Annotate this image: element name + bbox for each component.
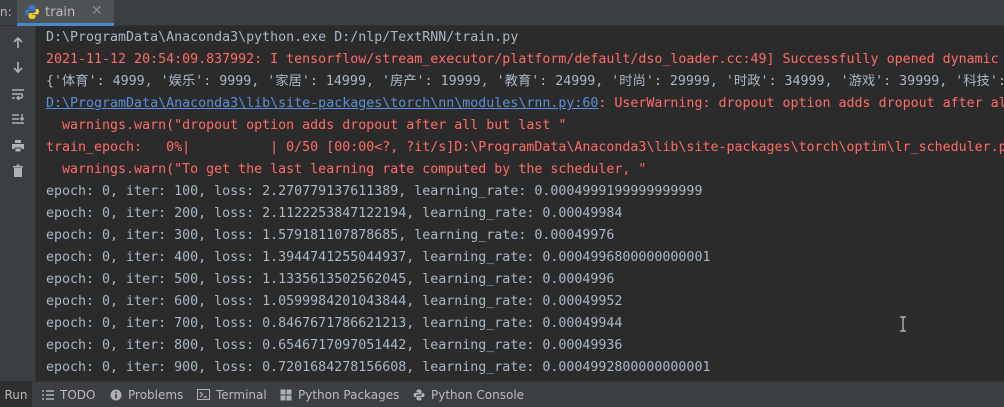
text-cursor-icon — [898, 316, 908, 332]
print-icon[interactable] — [9, 137, 27, 155]
console-line: D:\ProgramData\Anaconda3\lib\site-packag… — [46, 93, 1004, 115]
console-line: epoch: 0, iter: 100, loss: 2.27077913761… — [46, 184, 703, 199]
console-line: D:\ProgramData\Anaconda3\python.exe D:/n… — [46, 30, 519, 45]
tool-window-prefix: n: — [0, 5, 12, 19]
arrow-up-icon[interactable] — [9, 34, 27, 52]
console-line: warnings.warn("To get the last learning … — [46, 162, 647, 177]
tab-terminal[interactable]: Terminal — [197, 382, 267, 407]
console-line: epoch: 0, iter: 700, loss: 0.84676717866… — [46, 316, 623, 331]
tab-problems[interactable]: Problems — [110, 382, 183, 407]
todo-label: TODO — [60, 387, 96, 402]
tab-python-console[interactable]: Python Console — [413, 382, 524, 407]
tool-window-bar: Run TODO Problems Terminal Python Packag… — [0, 381, 1004, 407]
console-line: epoch: 0, iter: 800, loss: 0.65467170970… — [46, 338, 623, 353]
list-icon — [42, 389, 54, 400]
trash-icon[interactable] — [9, 162, 27, 180]
console-line: epoch: 0, iter: 600, loss: 1.05999842010… — [46, 294, 623, 309]
python-console-label: Python Console — [431, 387, 525, 402]
console-line: epoch: 0, iter: 900, loss: 0.72016842781… — [46, 360, 711, 375]
console-line: epoch: 0, iter: 200, loss: 2.11222538471… — [46, 206, 623, 221]
packages-icon — [280, 389, 292, 401]
console-line: epoch: 0, iter: 400, loss: 1.39447412550… — [46, 250, 711, 265]
python-icon — [24, 4, 40, 20]
console-line: 2021-11-12 20:54:09.837992: I tensorflow… — [46, 52, 999, 67]
tab-python-packages[interactable]: Python Packages — [280, 382, 399, 407]
scroll-to-end-icon[interactable] — [9, 110, 27, 128]
warning-text: : UserWarning: dropout option adds dropo… — [598, 96, 1004, 111]
terminal-icon — [197, 389, 210, 400]
console-output[interactable]: D:\ProgramData\Anaconda3\python.exe D:/n… — [36, 26, 1004, 381]
terminal-label: Terminal — [216, 387, 267, 402]
tab-train[interactable]: train ✕ — [17, 0, 114, 26]
arrow-down-icon[interactable] — [9, 58, 27, 76]
run-tab-bar: n: train ✕ — [0, 0, 1004, 26]
close-icon[interactable]: ✕ — [91, 3, 103, 19]
soft-wrap-icon[interactable] — [9, 85, 27, 103]
console-line: {'体育': 4999, '娱乐': 9999, '家居': 14999, '房… — [46, 74, 1004, 89]
problems-label: Problems — [128, 387, 184, 402]
python-console-icon — [413, 389, 425, 401]
console-line: warnings.warn("dropout option adds dropo… — [46, 118, 567, 133]
console-line: train_epoch: 0%| | 0/50 [00:00<?, ?it/s]… — [46, 140, 1004, 155]
run-label: Run — [4, 387, 28, 402]
info-icon — [110, 389, 122, 401]
file-link[interactable]: D:\ProgramData\Anaconda3\lib\site-packag… — [46, 96, 598, 111]
python-packages-label: Python Packages — [298, 387, 400, 402]
tab-todo[interactable]: TODO — [42, 382, 95, 407]
console-line: epoch: 0, iter: 500, loss: 1.13356135025… — [46, 272, 615, 287]
console-toolbar — [0, 26, 36, 381]
tab-run[interactable]: Run — [0, 382, 32, 407]
tab-label: train — [45, 5, 76, 20]
console-line: epoch: 0, iter: 300, loss: 1.57918110787… — [46, 228, 615, 243]
